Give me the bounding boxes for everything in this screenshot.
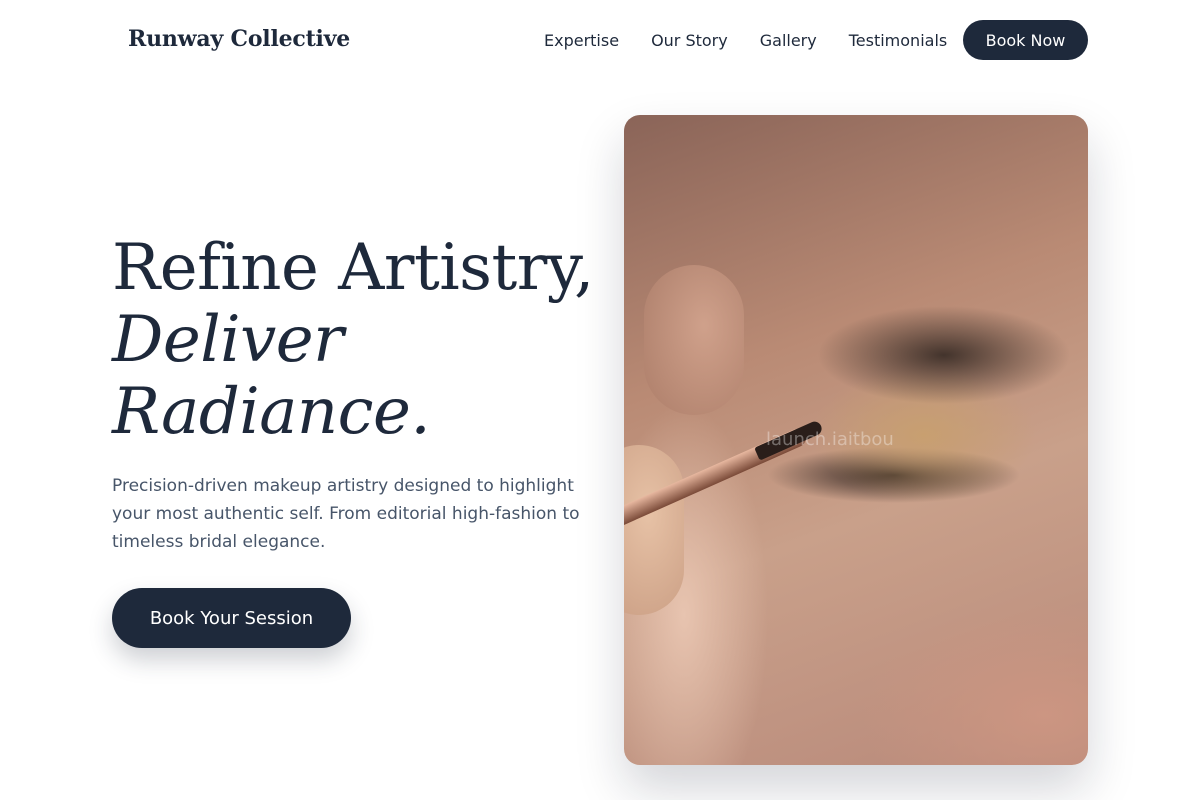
hero-title-line-1: Refine Artistry,: [112, 231, 594, 305]
image-watermark: launch.iaitbou: [766, 429, 894, 450]
nav-link-gallery[interactable]: Gallery: [760, 31, 817, 50]
nav-link-expertise[interactable]: Expertise: [544, 31, 619, 50]
hero-title: Refine Artistry, Deliver Radiance.: [112, 231, 594, 449]
hero-title-line-3: Radiance.: [112, 375, 431, 449]
hero-image: launch.iaitbou: [624, 115, 1088, 765]
nav-link-our-story[interactable]: Our Story: [651, 31, 728, 50]
hand-shape: [624, 445, 684, 615]
nav-link-testimonials[interactable]: Testimonials: [849, 31, 948, 50]
brand-logo[interactable]: Runway Collective: [128, 26, 350, 52]
hero-title-line-2: Deliver: [112, 303, 344, 377]
book-session-button[interactable]: Book Your Session: [112, 588, 351, 648]
hero-subtitle: Precision-driven makeup artistry designe…: [112, 476, 580, 552]
finger-shape: [644, 265, 744, 415]
main-nav: Expertise Our Story Gallery Testimonials: [544, 20, 979, 60]
site-header: Runway Collective Expertise Our Story Ga…: [0, 0, 1200, 80]
book-now-button[interactable]: Book Now: [963, 20, 1088, 60]
